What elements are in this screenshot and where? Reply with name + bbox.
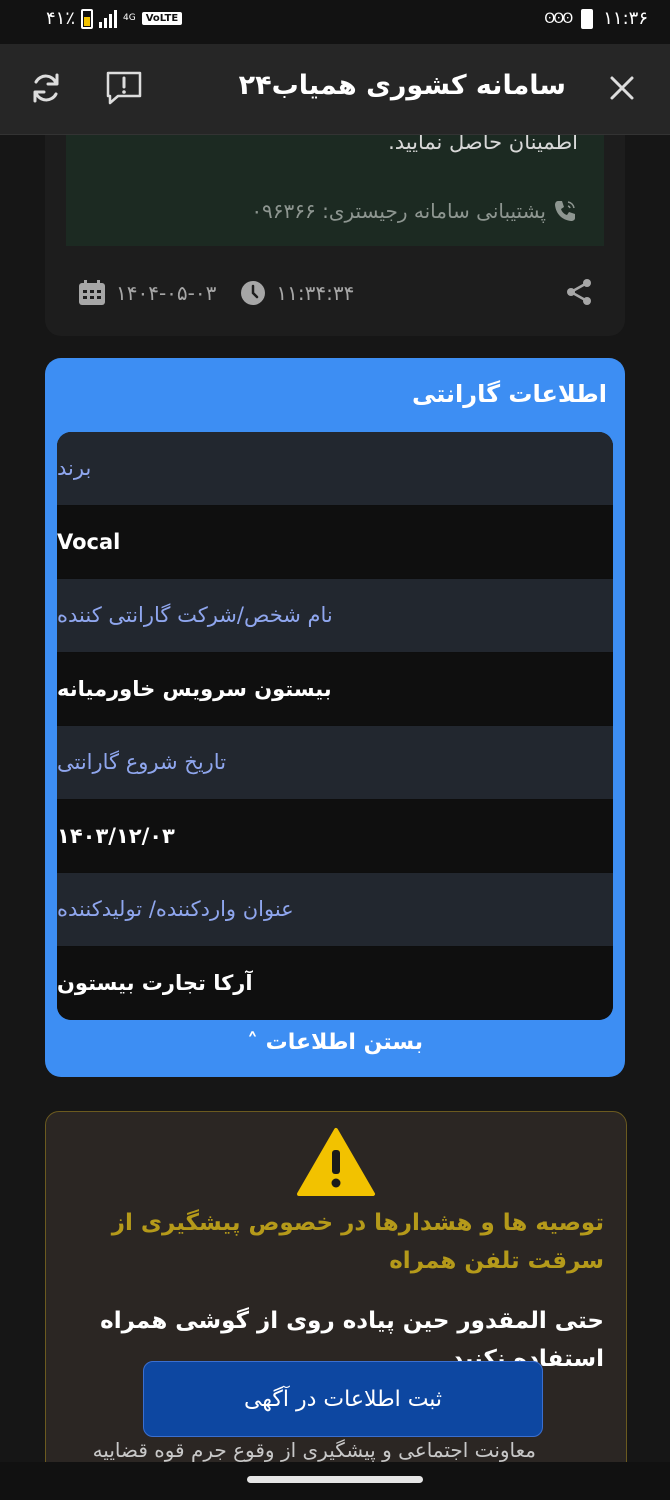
news-time: ۱۱:۳۴:۳۴ [276,281,355,305]
start-date-value: ۱۴۰۳/۱۲/۰۳ [57,799,613,873]
report-icon[interactable] [104,70,144,106]
news-date: ۱۴۰۴-۰۵-۰۳ [116,281,217,305]
share-icon[interactable] [565,278,593,306]
volte-badge: VoLTE [141,12,183,25]
warranty-table: برند Vocal نام شخص/شرکت گارانتی کننده بی… [57,432,613,1020]
support-line: پشتیبانی سامانه رجیستری: ۰۹۶۳۶۶ [251,198,578,224]
support-text: پشتیبانی سامانه رجیستری: ۰۹۶۳۶۶ [251,199,546,223]
start-date-label: تاریخ شروع گارانتی [57,726,613,800]
news-meta: ۱۴۰۴-۰۵-۰۳ ۱۱:۳۴:۳۴ [78,280,354,306]
warning-icon [297,1128,375,1196]
guarantor-value: بیستون سرویس خاورمیانه [57,652,613,726]
status-right: ʘʘʘ ۱۱:۳۶ [544,8,648,29]
battery-charging-icon [81,8,94,29]
brand-value: Vocal [57,505,613,579]
warranty-title: اطلاعات گارانتی [411,380,607,408]
home-gesture-bar[interactable] [247,1476,423,1483]
page-title: سامانه کشوری همیاب۲۴ [238,70,566,101]
status-bar: ۴۱٪ 4G VoLTE ʘʘʘ ۱۱:۳۶ [0,0,670,44]
close-icon[interactable] [604,70,640,106]
importer-label: عنوان واردکننده/ تولیدکننده [57,873,613,947]
submit-ad-info-button[interactable]: ثبت اطلاعات در آگهی [143,1361,543,1437]
calendar-icon [79,280,105,305]
clock-icon [241,281,266,305]
battery-icon [581,8,594,29]
warning-footer: معاونت اجتماعی و پیشگیری از وقوع جرم قوه… [92,1438,536,1462]
clock: ۱۱:۳۶ [603,8,648,29]
guarantor-label: نام شخص/شرکت گارانتی کننده [57,579,613,653]
app-header: سامانه کشوری همیاب۲۴ [0,44,670,134]
phone-icon [555,201,575,221]
network-type: 4G [123,13,136,23]
warranty-card: اطلاعات گارانتی برند Vocal نام شخص/شرکت … [45,358,625,1077]
battery-percent: ۴۱٪ [46,8,76,29]
brand-label: برند [57,432,613,506]
status-left: ۴۱٪ 4G VoLTE [46,8,183,29]
warning-title: توصیه ها و هشدارها در خصوص پیشگیری از سر… [111,1210,604,1274]
news-card: اطمینان حاصل نمایید. پشتیبانی سامانه رجی… [45,100,625,336]
notification-dots-icon: ʘʘʘ [544,10,573,27]
close-info-toggle[interactable]: بستن اطلاعات ˄ [45,1030,625,1055]
importer-value: آرکا تجارت بیستون [57,946,613,1020]
navigation-bar [0,1462,670,1500]
refresh-icon[interactable] [28,70,64,106]
signal-icon [99,9,118,28]
